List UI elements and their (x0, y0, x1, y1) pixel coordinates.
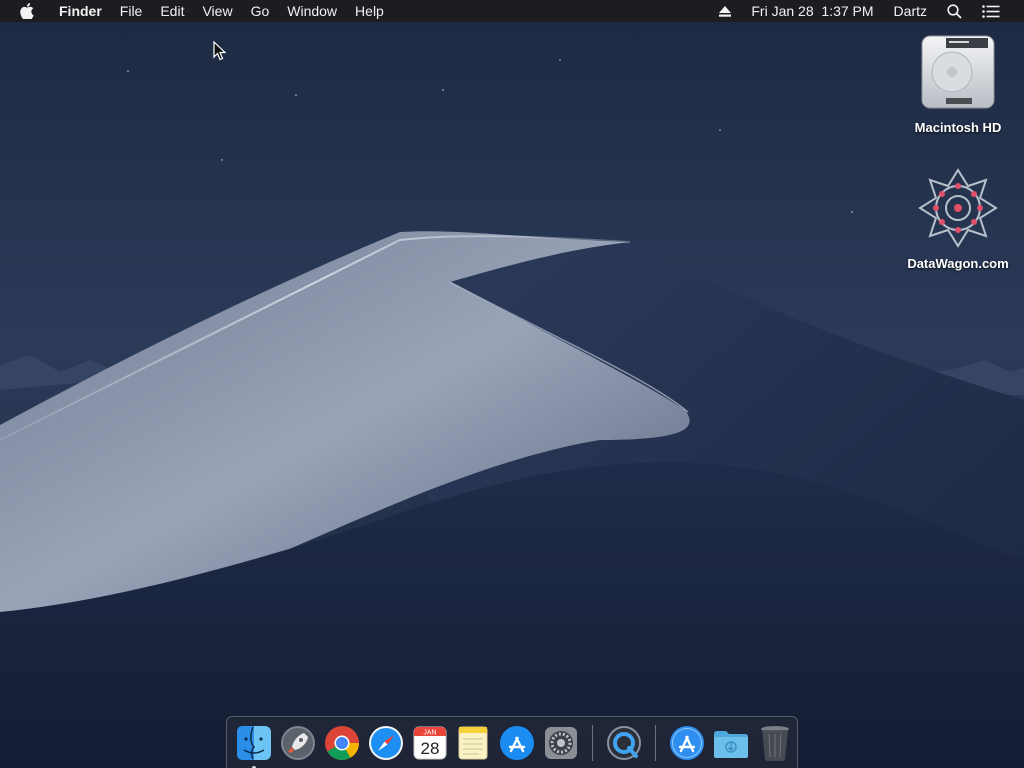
applications-folder-icon (670, 725, 705, 760)
calendar-icon: JAN 28 (413, 726, 447, 759)
mouse-cursor-icon (213, 41, 227, 61)
spotlight-button[interactable] (937, 0, 972, 22)
apple-menu[interactable] (18, 0, 50, 22)
desktop-icon-label: Macintosh HD (914, 120, 1002, 135)
app-store-icon (500, 725, 535, 760)
dock-safari[interactable] (367, 723, 405, 763)
dock-separator (592, 724, 594, 761)
menu-help[interactable]: Help (346, 0, 393, 22)
eject-menu-extra[interactable] (709, 0, 741, 22)
notification-center-icon (982, 4, 1000, 18)
finder-icon (236, 725, 271, 760)
chrome-icon (324, 725, 359, 760)
quicktime-icon (607, 725, 642, 760)
dock-quicktime[interactable] (605, 723, 643, 763)
desktop-icon-label: DataWagon.com (907, 256, 1009, 271)
trash-icon (761, 725, 790, 761)
menu-file[interactable]: File (111, 0, 152, 22)
downloads-folder-icon (714, 730, 749, 758)
menu-go[interactable]: Go (242, 0, 279, 22)
dock-trash[interactable] (756, 723, 794, 763)
hard-drive-icon (921, 35, 995, 109)
dock-calendar[interactable]: JAN 28 (411, 723, 449, 763)
desktop-icon-datawagon[interactable]: DataWagon.com (898, 166, 1018, 271)
eject-icon (719, 5, 732, 17)
menu-window[interactable]: Window (278, 0, 346, 22)
datawagon-logo-icon (918, 168, 998, 248)
spotlight-search-icon (947, 3, 962, 19)
notification-center-button[interactable] (972, 0, 1010, 22)
dock-finder[interactable] (235, 723, 273, 768)
dock-applications-folder[interactable] (668, 723, 706, 763)
dock-system-preferences[interactable] (542, 723, 580, 763)
dock-downloads-folder[interactable] (712, 723, 750, 763)
dock-separator (655, 724, 657, 761)
desktop[interactable]: Finder File Edit View Go Window Help Fri… (0, 0, 1024, 768)
calendar-month: JAN (423, 729, 436, 736)
dock-chrome[interactable] (323, 723, 361, 763)
dock-notes[interactable] (455, 723, 493, 763)
menu-finder[interactable]: Finder (50, 0, 111, 22)
calendar-day: 28 (420, 739, 439, 758)
dock-launchpad[interactable] (279, 723, 317, 763)
dock: JAN 28 (226, 716, 798, 768)
menu-clock[interactable]: Fri Jan 28 1:37 PM (741, 0, 883, 22)
desktop-wallpaper (0, 0, 1024, 768)
dock-app-store[interactable] (498, 723, 536, 763)
apple-logo-icon (20, 3, 34, 19)
menu-edit[interactable]: Edit (151, 0, 193, 22)
menu-view[interactable]: View (193, 0, 241, 22)
safari-icon (368, 725, 403, 760)
menu-bar-right: Fri Jan 28 1:37 PM Dartz (709, 0, 1024, 22)
launchpad-icon (280, 725, 315, 760)
menu-bar: Finder File Edit View Go Window Help Fri… (0, 0, 1024, 22)
menu-user[interactable]: Dartz (884, 0, 937, 22)
desktop-icon-macintosh-hd[interactable]: Macintosh HD (898, 30, 1018, 135)
notes-icon (458, 726, 488, 759)
menu-bar-left: Finder File Edit View Go Window Help (0, 0, 393, 22)
system-preferences-icon (545, 726, 578, 759)
